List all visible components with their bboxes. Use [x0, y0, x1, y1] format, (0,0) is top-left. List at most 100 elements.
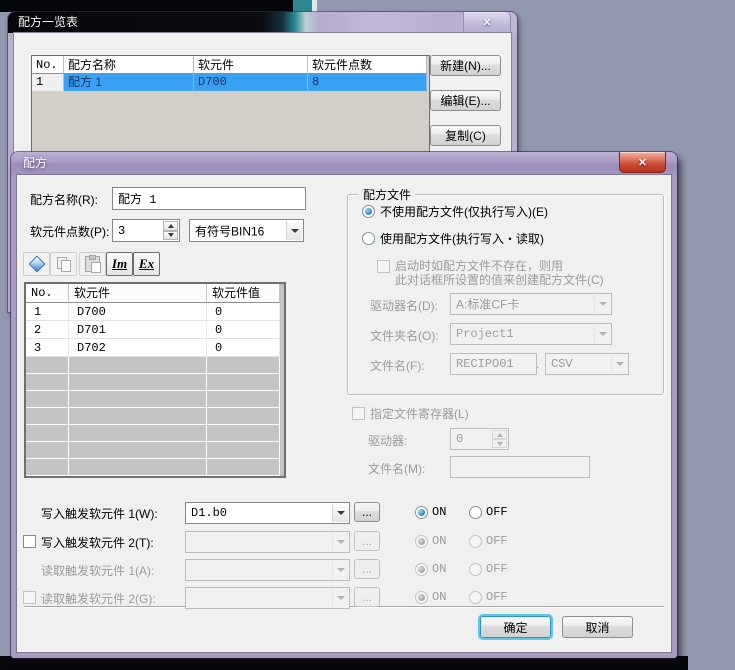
no-file-radio[interactable]	[362, 205, 375, 218]
diamond-icon	[28, 256, 45, 273]
read-trigger-1-browse-button[interactable]: ...	[354, 559, 380, 579]
use-file-radio-label[interactable]: 使用配方文件(执行写入・读取)	[380, 230, 544, 247]
read-trigger-1-on-radio[interactable]	[415, 563, 428, 576]
chevron-down-icon	[332, 589, 348, 607]
list-cell: D700	[194, 74, 308, 91]
device-table-cell[interactable]: 0	[207, 303, 280, 321]
device-table-row[interactable]: 3D7020	[26, 339, 284, 357]
device-table-cell[interactable]: 0	[207, 321, 280, 339]
list-header-row: No.配方名称软元件软元件点数	[32, 56, 429, 74]
write-trigger-1-off-radio[interactable]	[469, 506, 482, 519]
close-icon[interactable]: ✕	[619, 152, 666, 173]
import-icon: Im	[112, 256, 127, 272]
read-trigger-2-checkbox[interactable]	[23, 591, 36, 604]
clear-values-button[interactable]	[23, 252, 50, 276]
write-trigger-1-combo[interactable]: D1.b0	[185, 502, 350, 524]
write-trigger-1-on-radio[interactable]	[415, 506, 428, 519]
background-dark-strip	[0, 0, 293, 12]
device-table-cell: D700	[69, 303, 207, 321]
write-trigger-2-off-radio[interactable]	[469, 535, 482, 548]
read-trigger-1-combo[interactable]	[185, 559, 350, 581]
read-trigger-2-row: 读取触发软元件 2(G):...ONOFF	[17, 587, 671, 609]
file-register-checkbox[interactable]	[352, 407, 365, 420]
device-table-cell: 1	[26, 303, 69, 321]
read-trigger-2-combo[interactable]	[185, 587, 350, 609]
use-file-radio[interactable]	[362, 232, 375, 245]
write-trigger-2-browse-button[interactable]: ...	[354, 531, 380, 551]
write-trigger-2-combo[interactable]	[185, 531, 350, 553]
read-trigger-1-off-radio[interactable]	[469, 563, 482, 576]
file-ext-dropdown[interactable]: CSV	[545, 353, 629, 375]
device-table-empty-cell	[69, 391, 207, 408]
device-table-empty-row	[26, 442, 284, 459]
recipe-list-window-title: 配方一览表	[18, 12, 78, 33]
drive-name-dropdown[interactable]: A:标准CF卡	[450, 293, 612, 315]
data-type-dropdown[interactable]: 有符号BIN16	[189, 219, 304, 242]
device-table-empty-row	[26, 425, 284, 442]
copy-button[interactable]	[50, 252, 77, 276]
device-table-empty-cell	[26, 357, 69, 374]
device-value-table: No.软元件软元件值1D70002D70103D7020	[24, 282, 286, 478]
read-trigger-2-browse-button[interactable]: ...	[354, 587, 380, 607]
list-cell: 配方 1	[64, 74, 194, 91]
folder-name-dropdown[interactable]: Project1	[450, 323, 612, 345]
device-points-label: 软元件点数(P):	[30, 223, 109, 240]
device-table-empty-cell	[207, 442, 280, 459]
device-table-cell[interactable]: 0	[207, 339, 280, 357]
recipe-list-table: No.配方名称软元件软元件点数1配方 1D7008	[31, 55, 430, 158]
read-trigger-2-off-radio[interactable]	[469, 591, 482, 604]
device-table-cell: 2	[26, 321, 69, 339]
recipe-name-input[interactable]: 配方 1	[112, 187, 306, 210]
device-table-empty-cell	[207, 408, 280, 425]
device-table-empty-cell	[69, 459, 207, 476]
background-white-sliver	[312, 0, 317, 12]
write-trigger-1-off-label: OFF	[486, 505, 508, 519]
device-table-empty-cell	[69, 408, 207, 425]
stepper-up-icon	[492, 430, 507, 439]
chevron-down-icon	[594, 325, 610, 343]
device-points-stepper[interactable]: 3	[112, 219, 180, 242]
export-button[interactable]: Ex	[133, 252, 160, 276]
file-register-drive-label: 驱动器:	[368, 432, 407, 449]
write-trigger-1-browse-button[interactable]: ...	[354, 502, 380, 522]
device-table-empty-cell	[26, 425, 69, 442]
read-trigger-2-off-label: OFF	[486, 590, 508, 604]
paste-button[interactable]	[79, 252, 106, 276]
write-trigger-2-on-radio[interactable]	[415, 535, 428, 548]
device-table-empty-cell	[69, 425, 207, 442]
device-table-empty-row	[26, 357, 284, 374]
device-table-header-cell: No.	[26, 284, 69, 303]
new-recipe-button[interactable]: 新建(N)...	[430, 55, 501, 76]
file-register-file-input[interactable]	[450, 456, 590, 478]
no-file-radio-label[interactable]: 不使用配方文件(仅执行写入)(E)	[380, 203, 548, 220]
ok-button[interactable]: 确定	[480, 616, 551, 638]
file-register-checkbox-label: 指定文件寄存器(L)	[370, 405, 469, 422]
import-button[interactable]: Im	[106, 252, 133, 276]
edit-recipe-button[interactable]: 编辑(E)...	[430, 90, 501, 111]
list-row[interactable]: 1配方 1D7008	[32, 74, 429, 91]
read-trigger-2-on-radio[interactable]	[415, 591, 428, 604]
list-header-cell: 软元件	[194, 56, 308, 74]
copy-recipe-button[interactable]: 复制(C)	[430, 125, 501, 146]
device-table-empty-row	[26, 459, 284, 476]
device-table-header-cell: 软元件	[69, 284, 207, 303]
device-table-empty-cell	[207, 357, 280, 374]
recipe-file-group-title: 配方文件	[359, 186, 415, 203]
file-name-input[interactable]: RECIPO01	[450, 353, 537, 375]
device-table-row[interactable]: 2D7010	[26, 321, 284, 339]
recipe-dialog-titlebar[interactable]: 配方	[11, 152, 677, 175]
recipe-list-titlebar[interactable]: 配方一览表	[8, 12, 517, 33]
create-file-checkbox[interactable]	[377, 260, 390, 273]
stepper-down-icon[interactable]	[163, 231, 178, 241]
file-name-label: 文件名(F):	[370, 357, 425, 374]
cancel-button[interactable]: 取消	[562, 616, 633, 638]
close-icon[interactable]: ✕	[463, 12, 511, 34]
file-register-drive-stepper[interactable]: 0	[450, 428, 509, 450]
stepper-up-icon[interactable]	[163, 221, 178, 231]
chevron-down-icon	[594, 295, 610, 313]
chevron-down-icon	[332, 561, 348, 579]
background-dark-strip-bottom	[0, 656, 688, 670]
write-trigger-2-checkbox[interactable]	[23, 535, 36, 548]
device-table-empty-cell	[26, 374, 69, 391]
device-table-row[interactable]: 1D7000	[26, 303, 284, 321]
